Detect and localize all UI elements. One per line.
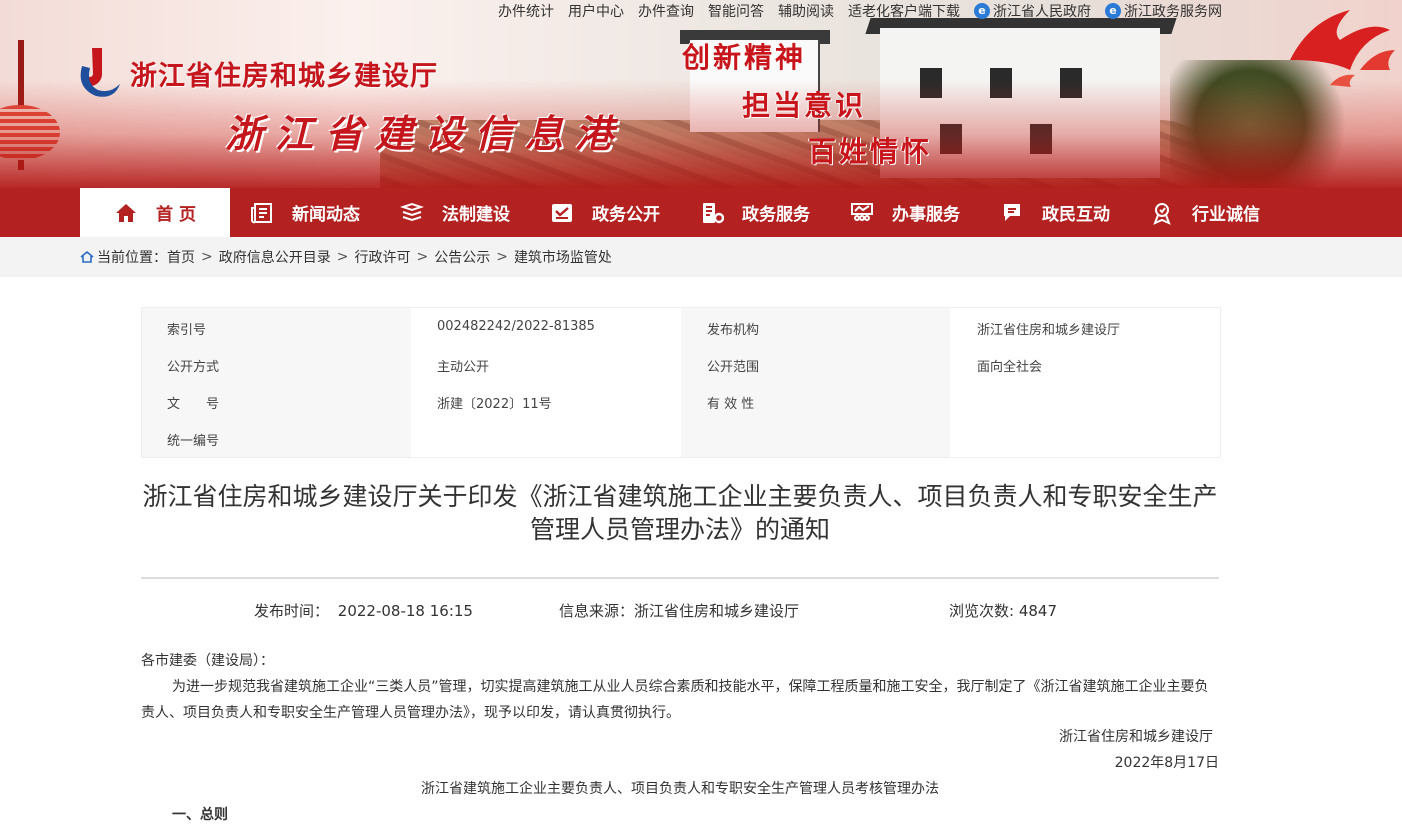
meta-col-labels-2: 发布机构 公开范围 有 效 性 [681,308,950,457]
link-gov-service-label: 浙江政务服务网 [1124,4,1222,20]
doves-decoration-icon [1290,10,1395,87]
source-info: 信息来源：浙江省住房和城乡建设厅 [559,600,799,621]
link-qa[interactable]: 智能问答 [708,1,764,21]
main-nav: 首 页 新闻动态 法制建设 政务公开 政务服务 办事服务 政民互动 行业诚信 [0,188,1402,237]
link-assist-reading[interactable]: 辅助阅读 [778,1,834,21]
breadcrumb-notice[interactable]: 公告公示 [434,247,490,267]
meta-method-value: 主动公开 [437,360,490,375]
motto-1: 创新精神 [682,41,807,74]
article-title-line-1: 浙江省住房和城乡建设厅关于印发《浙江省建筑施工企业主要负责人、项目负责人和专职安… [142,482,1218,511]
attachment-title: 浙江省建筑施工企业主要负责人、项目负责人和专职安全生产管理人员考核管理办法 [421,781,939,797]
nav-office-service[interactable]: 办事服务 [830,188,980,237]
meta-index-label: 索引号 [167,323,207,338]
nav-gov-open-label: 政务公开 [592,205,660,225]
link-provincial-gov-label: 浙江省人民政府 [993,4,1091,20]
meta-docno-value: 浙建〔2022〕11号 [437,397,552,412]
breadcrumb-home[interactable]: 首页 [167,247,195,267]
meta-method-label: 公开方式 [167,360,220,375]
meta-publisher-label: 发布机构 [707,323,760,338]
section-heading: 一、总则 [172,807,228,823]
nav-legal[interactable]: 法制建设 [380,188,530,237]
newspaper-icon [251,202,272,223]
meta-validity-label: 有 效 性 [707,397,755,412]
nav-news[interactable]: 新闻动态 [230,188,380,237]
article-title-line-2: 管理人员管理办法》的通知 [529,515,830,544]
breadcrumb-separator: > [416,249,429,265]
nav-credit[interactable]: 行业诚信 [1130,188,1280,237]
header-banner: 浙江省住房和城乡建设厅 浙江省建设信息港 创新精神 担当意识 百姓情怀 办件统计… [0,0,1402,188]
meta-index-value: 002482242/2022-81385 [437,319,595,334]
meta-scope-label: 公开范围 [707,360,760,375]
service-icon [703,202,724,223]
chat-icon [1004,203,1020,221]
breadcrumb-current[interactable]: 建筑市场监管处 [514,247,612,267]
nav-interaction[interactable]: 政民互动 [980,188,1130,237]
nav-interaction-label: 政民互动 [1042,205,1110,225]
link-provincial-gov[interactable]: e 浙江省人民政府 [974,1,1091,21]
article-body-paragraph: 为进一步规范我省建筑施工企业“三类人员”管理，切实提高建筑施工从业人员综合素质和… [141,679,1209,721]
location-home-icon [80,250,94,263]
publish-time: 2022-08-18 16:15 [337,602,473,620]
article-salutation: 各市建委（建设局）： [141,653,274,669]
meta-col-values-2: 浙江省住房和城乡建设厅 面向全社会 [950,308,1220,457]
breadcrumb-separator: > [496,249,508,265]
meta-scope-value: 面向全社会 [977,360,1043,375]
source-value: 浙江省住房和城乡建设厅 [634,602,800,620]
breadcrumb-permit[interactable]: 行政许可 [354,247,410,267]
title-divider [141,577,1219,579]
nav-gov-service[interactable]: 政务服务 [680,188,830,237]
publish-time-label: 发布时间： [254,602,330,620]
meta-publisher-value: 浙江省住房和城乡建设厅 [977,323,1121,338]
link-gov-service[interactable]: e 浙江政务服务网 [1105,1,1222,21]
breadcrumb: 当前位置： 首页 > 政府信息公开目录 > 行政许可 > 公告公示 > 建筑市场… [80,237,612,277]
nav-home[interactable]: 首 页 [80,188,230,237]
source-label: 信息来源： [559,602,635,620]
nav-gov-service-label: 政务服务 [742,205,810,225]
meta-col-values-1: 002482242/2022-81385 主动公开 浙建〔2022〕11号 [411,308,681,457]
breadcrumb-separator: > [201,249,213,265]
motto-3: 百姓情怀 [808,135,933,168]
top-utility-bar: 办件统计 用户中心 办件查询 智能问答 辅助阅读 适老化客户端下载 e 浙江省人… [498,0,1222,22]
nav-news-label: 新闻动态 [292,205,360,225]
meeting-icon [851,202,873,221]
views-info: 浏览次数: 4847 [949,600,1057,621]
breadcrumb-bar: 当前位置： 首页 > 政府信息公开目录 > 行政许可 > 公告公示 > 建筑市场… [0,237,1402,277]
books-icon [400,202,424,221]
nav-credit-label: 行业诚信 [1192,205,1260,225]
award-icon [1153,202,1171,225]
link-query[interactable]: 办件查询 [638,1,694,21]
banner-red-band [0,80,1402,188]
gov-logo-icon: e [974,3,990,19]
publish-info: 发布时间： 2022-08-18 16:15 [254,600,473,621]
nav-office-service-label: 办事服务 [892,205,960,225]
views-count: 4847 [1018,602,1058,620]
nav-legal-label: 法制建设 [442,205,510,225]
nav-gov-open[interactable]: 政务公开 [530,188,680,237]
article-title: 浙江省住房和城乡建设厅关于印发《浙江省建筑施工企业主要负责人、项目负责人和专职安… [141,480,1219,546]
notice-icon [552,203,572,222]
meta-docno-label: 文 号 [167,397,220,412]
breadcrumb-prefix: 当前位置： [97,250,167,266]
link-elderly-client[interactable]: 适老化客户端下载 [848,1,960,21]
link-user-center[interactable]: 用户中心 [568,1,624,21]
motto-2: 担当意识 [742,89,867,122]
meta-unified-label: 统一编号 [167,434,220,449]
link-stats[interactable]: 办件统计 [498,1,554,21]
home-icon [116,203,137,222]
document-meta-table: 索引号 公开方式 文 号 统一编号 002482242/2022-81385 主… [141,307,1221,458]
meta-col-labels-1: 索引号 公开方式 文 号 统一编号 [142,308,411,457]
nav-home-label: 首 页 [156,205,196,225]
views-label: 浏览次数: [949,602,1015,620]
article-signature: 浙江省住房和城乡建设厅 [1059,729,1213,745]
breadcrumb-catalog[interactable]: 政府信息公开目录 [219,247,331,267]
breadcrumb-separator: > [336,249,349,265]
article-date: 2022年8月17日 [1114,755,1219,771]
site-name: 浙江省建设信息港 [225,111,626,156]
org-name[interactable]: 浙江省住房和城乡建设厅 [130,54,438,93]
service-logo-icon: e [1105,3,1121,19]
ministry-logo-icon[interactable] [78,46,122,100]
